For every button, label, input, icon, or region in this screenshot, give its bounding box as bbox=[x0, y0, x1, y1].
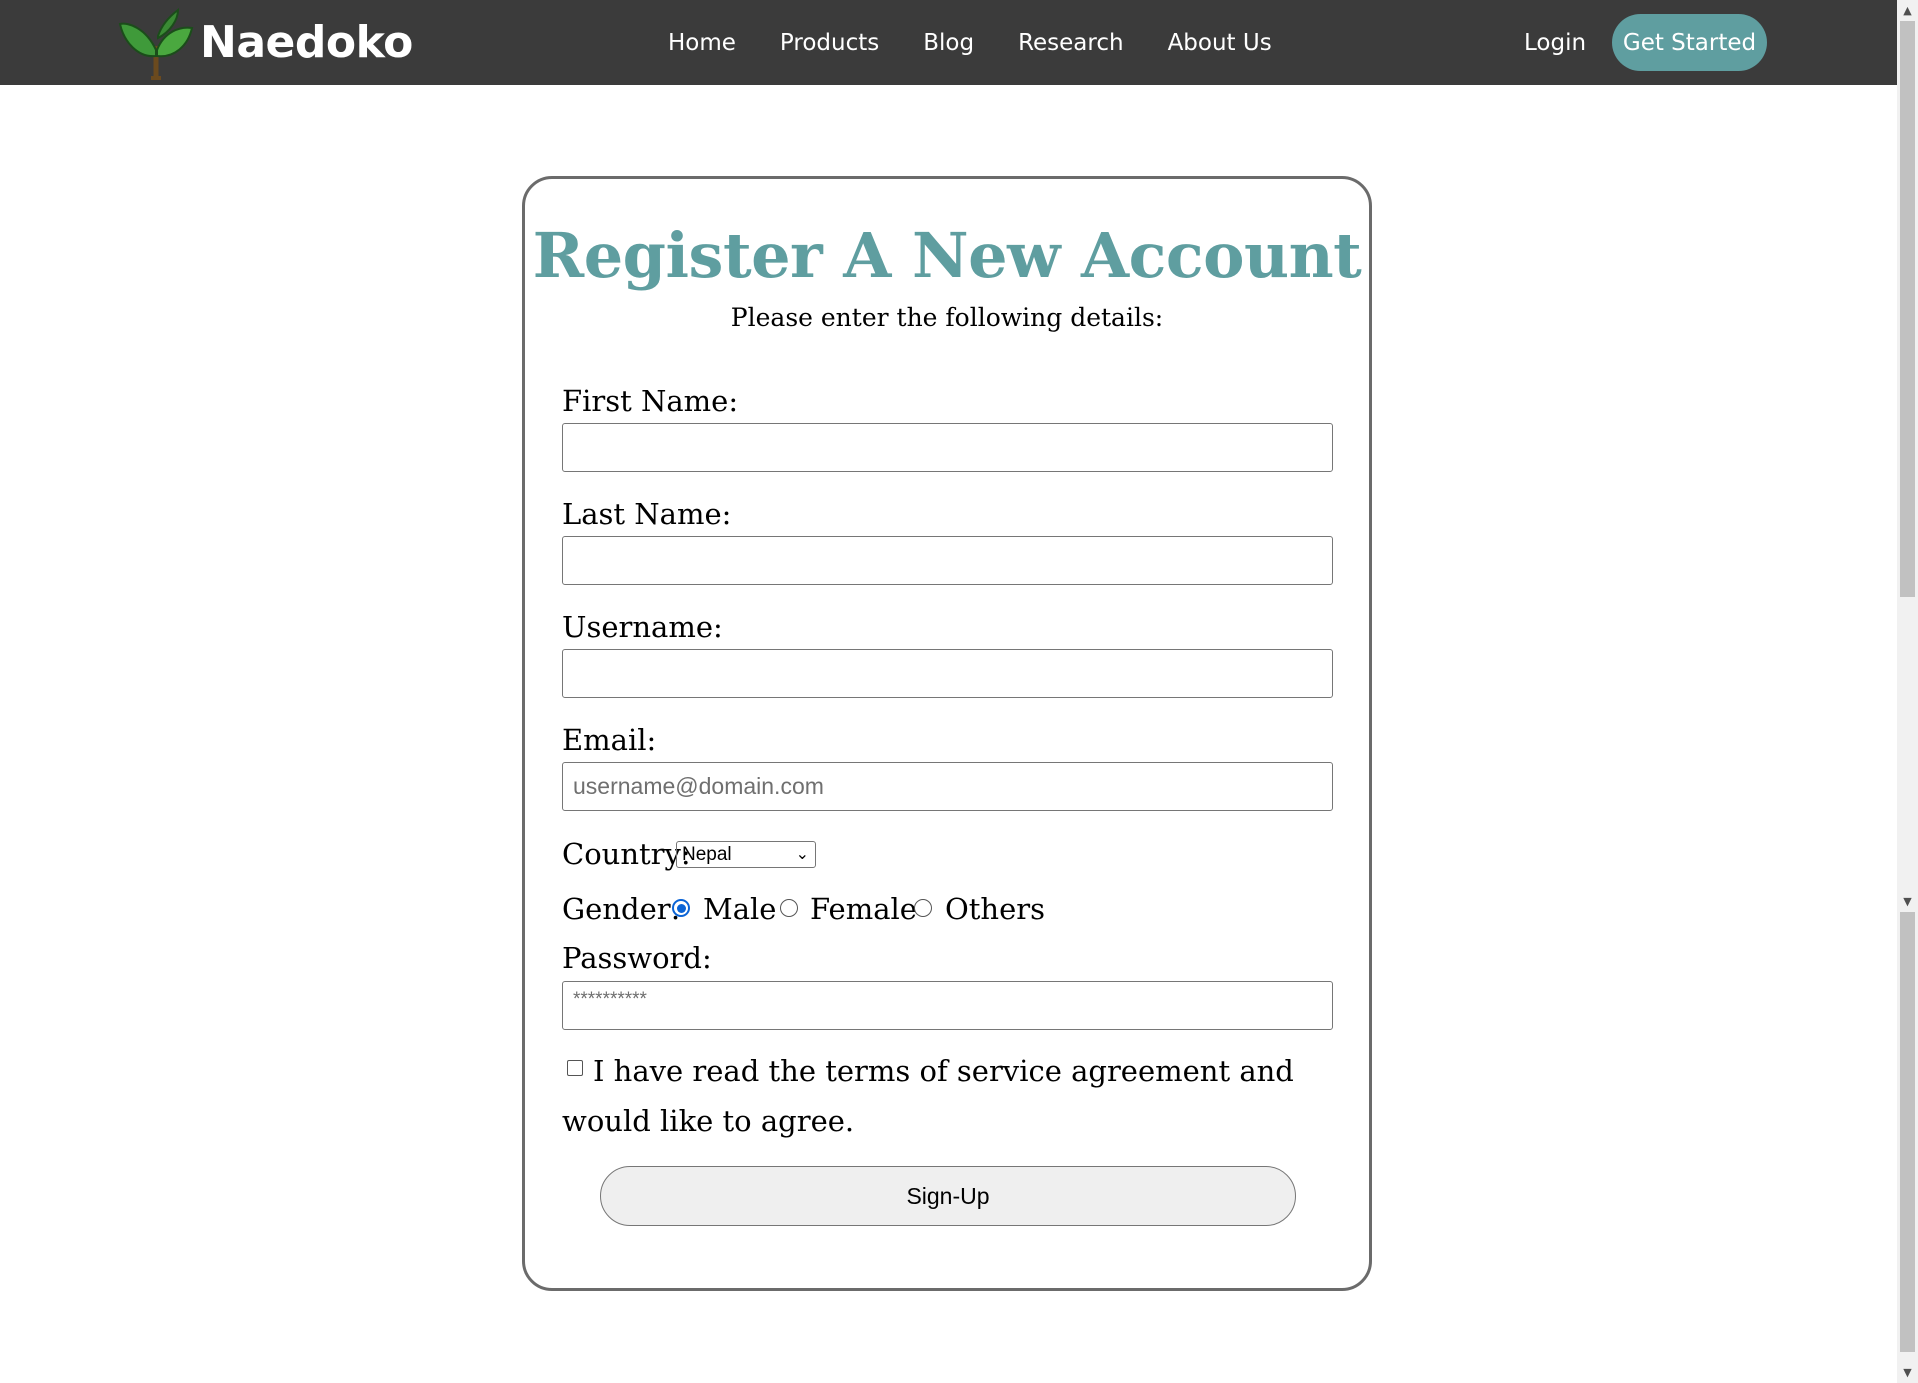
login-link[interactable]: Login bbox=[1524, 0, 1586, 85]
last-name-field[interactable] bbox=[562, 536, 1333, 585]
email-placeholder: username@domain.com bbox=[573, 773, 824, 799]
nav-link-blog[interactable]: Blog bbox=[923, 30, 974, 56]
gender-radio-female[interactable] bbox=[780, 899, 798, 917]
form-subtitle: Please enter the following details: bbox=[730, 303, 1164, 332]
first-name-field[interactable] bbox=[562, 423, 1333, 472]
nav-link-about-us[interactable]: About Us bbox=[1168, 30, 1272, 56]
nav-links: Home Products Blog Research About Us bbox=[668, 0, 1272, 85]
gender-option-others: Others bbox=[945, 892, 1046, 926]
nav-link-products[interactable]: Products bbox=[780, 30, 879, 56]
page-title: Register A New Account bbox=[532, 219, 1362, 292]
scroll-bottom-icon[interactable]: ▼ bbox=[1897, 1362, 1918, 1383]
page-scrollbar[interactable]: ▲ ▼ ▼ bbox=[1897, 0, 1918, 1383]
password-placeholder: ********** bbox=[573, 988, 647, 1010]
nav-link-research[interactable]: Research bbox=[1018, 30, 1124, 56]
brand-name: Naedoko bbox=[200, 17, 413, 68]
first-name-label: First Name: bbox=[562, 384, 739, 418]
country-value: Nepal bbox=[682, 843, 732, 865]
register-card: Register A New Account Please enter the … bbox=[522, 176, 1372, 1291]
brand-logo[interactable]: Naedoko bbox=[118, 6, 413, 80]
username-label: Username: bbox=[562, 610, 723, 644]
scroll-down-icon[interactable]: ▼ bbox=[1897, 891, 1918, 912]
gender-label: Gender: bbox=[562, 892, 681, 926]
gender-option-male: Male bbox=[703, 892, 777, 926]
email-field[interactable]: username@domain.com bbox=[562, 762, 1333, 811]
last-name-label: Last Name: bbox=[562, 497, 732, 531]
username-field[interactable] bbox=[562, 649, 1333, 698]
gender-radio-male[interactable] bbox=[672, 899, 690, 917]
gender-option-female: Female bbox=[810, 892, 917, 926]
gender-radio-others[interactable] bbox=[914, 899, 932, 917]
terms-label: I have read the terms of service agreeme… bbox=[562, 1054, 1294, 1138]
country-select[interactable]: Nepal ⌄ bbox=[676, 841, 816, 868]
chevron-down-icon: ⌄ bbox=[795, 846, 809, 863]
get-started-button[interactable]: Get Started bbox=[1612, 14, 1767, 71]
top-navbar: Naedoko Home Products Blog Research Abou… bbox=[0, 0, 1897, 85]
scroll-up-icon[interactable]: ▲ bbox=[1897, 0, 1918, 21]
sign-up-button[interactable]: Sign-Up bbox=[600, 1166, 1296, 1226]
country-label: Country: bbox=[562, 837, 691, 871]
scroll-track-lower[interactable] bbox=[1900, 912, 1915, 1352]
password-field[interactable]: ********** bbox=[562, 981, 1333, 1030]
scroll-thumb[interactable] bbox=[1900, 21, 1915, 597]
sprout-icon bbox=[118, 7, 194, 80]
email-label: Email: bbox=[562, 723, 657, 757]
nav-link-home[interactable]: Home bbox=[668, 30, 736, 56]
password-label: Password: bbox=[562, 941, 712, 975]
